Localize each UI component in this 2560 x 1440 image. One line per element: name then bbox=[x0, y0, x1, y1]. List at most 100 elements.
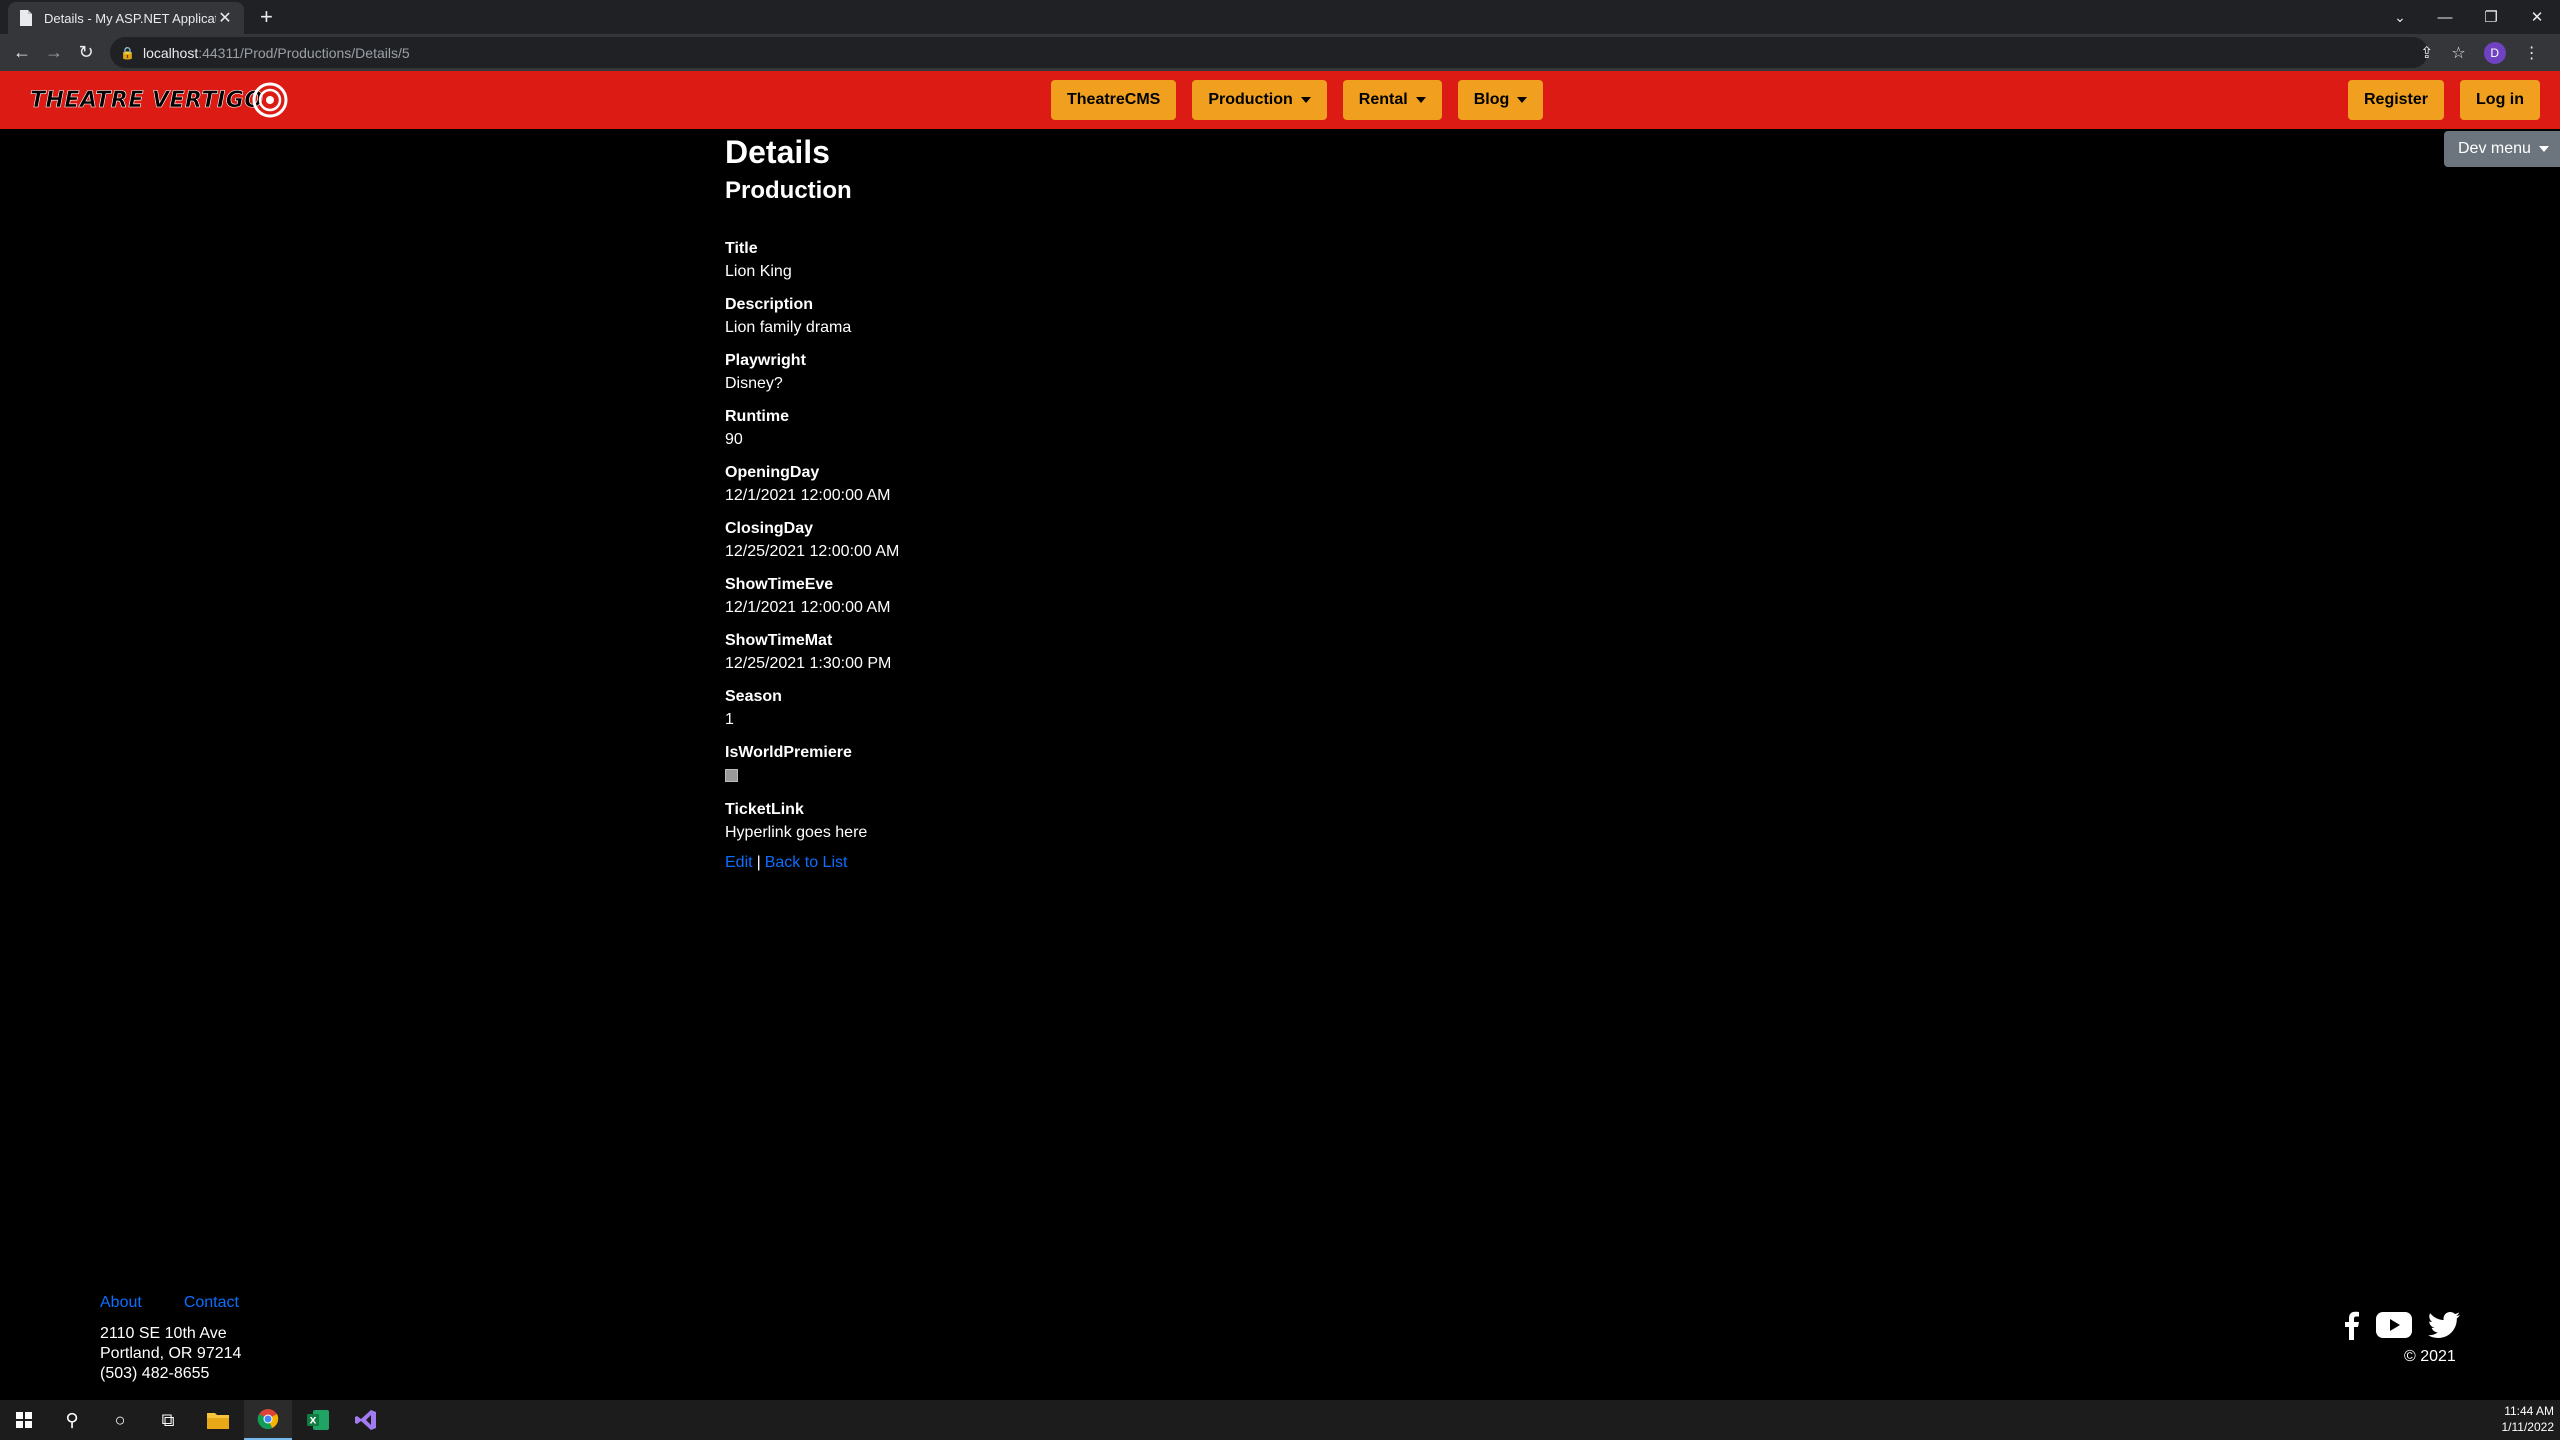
site-navbar: THEATRE VERTIGO TheatreCMS Production Re… bbox=[0, 71, 2560, 129]
field-label-title: Title bbox=[725, 240, 758, 257]
field-value-showtimeeve: 12/1/2021 12:00:00 AM bbox=[725, 599, 891, 616]
svg-text:X: X bbox=[310, 1417, 317, 1427]
nav-rental-label: Rental bbox=[1358, 91, 1408, 108]
field-value-description: Lion family drama bbox=[725, 319, 852, 336]
main-nav: TheatreCMS Production Rental Blog bbox=[1051, 80, 1544, 120]
page-subtitle: Production bbox=[725, 177, 852, 204]
url-host: localhost bbox=[142, 44, 199, 61]
address-bar: ← → ↻ 🔒 localhost:44311/Prod/Productions… bbox=[0, 34, 2560, 71]
details-list: Title Lion King Description Lion family … bbox=[725, 237, 1625, 844]
field-value-playwright: Disney? bbox=[725, 375, 783, 392]
url-input[interactable]: 🔒 localhost:44311/Prod/Productions/Detai… bbox=[110, 37, 2428, 68]
browser-menu-icon[interactable]: ⋮ bbox=[2524, 43, 2540, 63]
clock-date: 1/11/2022 bbox=[2501, 1420, 2555, 1434]
windows-taskbar: ⚲ ○ ⧉ X 11:44 AM 1/11/2022 bbox=[0, 1400, 2560, 1440]
facebook-icon[interactable] bbox=[2342, 1310, 2360, 1340]
social-links bbox=[2342, 1310, 2460, 1340]
address-line-1: 2110 SE 10th Ave bbox=[100, 1325, 227, 1342]
register-button[interactable]: Register bbox=[2347, 80, 2445, 120]
browser-tab-bar: Details - My ASP.NET Application ✕ + ⌄ —… bbox=[0, 0, 2560, 34]
window-controls: — ❐ ✕ bbox=[2422, 0, 2560, 34]
details-content: Details Production Title Lion King Descr… bbox=[725, 129, 1625, 872]
tab-search-icon[interactable]: ⌄ bbox=[2386, 0, 2414, 34]
cortana-icon[interactable]: ○ bbox=[96, 1400, 144, 1440]
youtube-icon[interactable] bbox=[2376, 1312, 2412, 1338]
field-value-showtimemat: 12/25/2021 1:30:00 PM bbox=[725, 655, 892, 672]
profile-avatar[interactable]: D bbox=[2483, 41, 2506, 64]
chrome-icon[interactable] bbox=[244, 1400, 292, 1440]
copyright: © 2021 bbox=[2404, 1348, 2456, 1365]
field-label-closingday: ClosingDay bbox=[725, 520, 814, 537]
search-icon[interactable]: ⚲ bbox=[48, 1400, 96, 1440]
field-label-showtimemat: ShowTimeMat bbox=[725, 632, 833, 649]
caret-down-icon bbox=[1300, 97, 1311, 103]
about-link[interactable]: About bbox=[100, 1294, 142, 1312]
windows-start-icon[interactable] bbox=[0, 1400, 48, 1440]
address-bar-icons: ⇪ ☆ D ⋮ bbox=[2420, 34, 2540, 71]
close-tab-icon[interactable]: ✕ bbox=[216, 8, 234, 28]
contact-link[interactable]: Contact bbox=[184, 1294, 239, 1312]
clock-time: 11:44 AM bbox=[2504, 1404, 2554, 1418]
caret-down-icon bbox=[2538, 146, 2549, 152]
field-label-isworldpremiere: IsWorldPremiere bbox=[725, 744, 852, 761]
phone-number: (503) 482-8655 bbox=[100, 1365, 210, 1382]
field-value-closingday: 12/25/2021 12:00:00 AM bbox=[725, 543, 900, 560]
caret-down-icon bbox=[1517, 97, 1528, 103]
field-label-showtimeeve: ShowTimeEve bbox=[725, 576, 834, 593]
field-label-description: Description bbox=[725, 296, 814, 313]
field-value-season: 1 bbox=[725, 711, 734, 728]
address-line-2: Portland, OR 97214 bbox=[100, 1345, 242, 1362]
field-value-ticketlink: Hyperlink goes here bbox=[725, 824, 868, 841]
nav-blog-dropdown[interactable]: Blog bbox=[1457, 80, 1544, 120]
brand-logo[interactable]: THEATRE VERTIGO bbox=[30, 81, 289, 119]
close-window-icon[interactable]: ✕ bbox=[2514, 0, 2560, 34]
task-view-icon[interactable]: ⧉ bbox=[144, 1400, 192, 1440]
back-to-list-link[interactable]: Back to List bbox=[765, 854, 848, 871]
forward-icon[interactable]: → bbox=[40, 38, 68, 66]
share-icon[interactable]: ⇪ bbox=[2420, 43, 2433, 63]
field-value-openingday: 12/1/2021 12:00:00 AM bbox=[725, 487, 891, 504]
caret-down-icon bbox=[1415, 97, 1426, 103]
page-title: Details bbox=[725, 134, 830, 170]
page-icon bbox=[20, 10, 32, 26]
nav-production-dropdown[interactable]: Production bbox=[1192, 80, 1327, 120]
nav-production-label: Production bbox=[1208, 91, 1293, 108]
auth-nav: Register Log in bbox=[2347, 80, 2540, 120]
url-path: :44311/Prod/Productions/Details/5 bbox=[198, 44, 410, 61]
field-value-title: Lion King bbox=[725, 263, 792, 280]
register-label: Register bbox=[2363, 91, 2429, 108]
edit-link[interactable]: Edit bbox=[725, 854, 753, 871]
footer-address: 2110 SE 10th Ave Portland, OR 97214 (503… bbox=[100, 1324, 241, 1384]
reload-icon[interactable]: ↻ bbox=[72, 38, 100, 66]
excel-icon[interactable]: X bbox=[294, 1400, 342, 1440]
browser-tab[interactable]: Details - My ASP.NET Application ✕ bbox=[8, 2, 244, 34]
tab-title: Details - My ASP.NET Application bbox=[44, 10, 216, 26]
visual-studio-icon[interactable] bbox=[342, 1400, 390, 1440]
login-label: Log in bbox=[2476, 91, 2524, 108]
file-explorer-icon[interactable] bbox=[194, 1400, 242, 1440]
field-label-openingday: OpeningDay bbox=[725, 464, 820, 481]
twitter-icon[interactable] bbox=[2428, 1312, 2460, 1338]
lock-icon: 🔒 bbox=[120, 45, 135, 60]
minimize-icon[interactable]: — bbox=[2422, 0, 2468, 34]
back-icon[interactable]: ← bbox=[8, 38, 36, 66]
footer-links: About Contact bbox=[100, 1294, 239, 1312]
field-label-playwright: Playwright bbox=[725, 352, 806, 369]
nav-rental-dropdown[interactable]: Rental bbox=[1342, 80, 1442, 120]
link-separator: | bbox=[756, 854, 761, 871]
new-tab-button[interactable]: + bbox=[260, 4, 273, 30]
isworldpremiere-checkbox bbox=[725, 769, 738, 782]
brand-text: THEATRE VERTIGO bbox=[30, 87, 264, 113]
restore-icon[interactable]: ❐ bbox=[2468, 0, 2514, 34]
nav-theatrecms-label: TheatreCMS bbox=[1067, 91, 1161, 108]
field-label-runtime: Runtime bbox=[725, 408, 789, 425]
action-links: Edit | Back to List bbox=[725, 854, 1625, 872]
field-label-season: Season bbox=[725, 688, 782, 705]
nav-blog-label: Blog bbox=[1473, 91, 1510, 108]
dev-menu-button[interactable]: Dev menu bbox=[2444, 131, 2560, 167]
vertigo-swirl-icon bbox=[252, 82, 288, 118]
bookmark-star-icon[interactable]: ☆ bbox=[2451, 43, 2465, 63]
system-clock[interactable]: 11:44 AM 1/11/2022 bbox=[2502, 1403, 2555, 1435]
login-button[interactable]: Log in bbox=[2460, 80, 2540, 120]
nav-theatrecms[interactable]: TheatreCMS bbox=[1051, 80, 1177, 120]
